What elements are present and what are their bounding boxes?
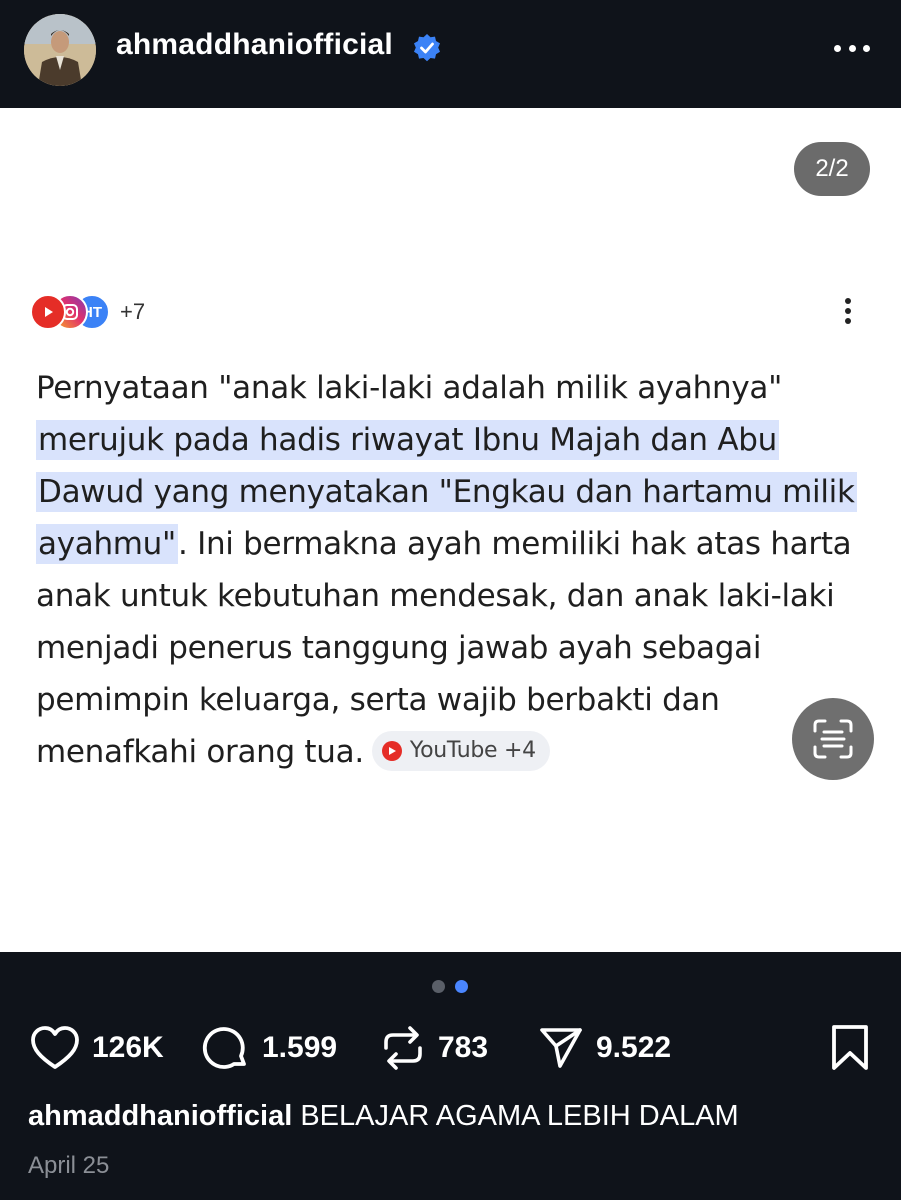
repost-button[interactable]: 783 [380, 1020, 488, 1076]
avatar[interactable] [24, 14, 96, 86]
source-chip[interactable]: YouTube +4 [371, 730, 550, 771]
share-icon [540, 1028, 582, 1068]
answer-line: pemimpin keluarga, serta wajib berbakti … [36, 682, 720, 718]
lens-icon[interactable] [792, 698, 874, 780]
action-bar: 126K 1.599 783 9.522 [30, 1020, 870, 1076]
youtube-icon [30, 294, 66, 330]
source-chip-label: YouTube +4 [409, 737, 536, 763]
comment-icon [202, 1027, 246, 1069]
answer-line: merujuk pada hadis riwayat Ibnu Majah da… [36, 420, 779, 460]
kebab-menu-icon[interactable] [836, 294, 860, 328]
source-icons[interactable]: HT +7 [30, 292, 145, 332]
bookmark-icon[interactable] [830, 1024, 870, 1072]
carousel-dot-active[interactable] [455, 980, 468, 993]
youtube-icon [381, 740, 402, 761]
like-count: 126K [92, 1031, 164, 1064]
share-count: 9.522 [596, 1031, 672, 1064]
answer-text: Pernyataan "anak laki-laki adalah milik … [36, 362, 876, 778]
answer-line: Dawud yang menyatakan "Engkau dan hartam… [36, 472, 857, 512]
heart-icon [31, 1026, 79, 1069]
sources-more-count: +7 [120, 299, 146, 324]
repost-count: 783 [438, 1031, 489, 1064]
more-icon[interactable] [830, 30, 874, 66]
answer-line: Pernyataan "anak laki-laki adalah milik … [36, 370, 783, 406]
post-date: April 25 [28, 1152, 110, 1179]
avatar-image [24, 14, 96, 86]
answer-line: ayahmu". Ini bermakna ayah memiliki hak … [36, 524, 852, 564]
answer-line: anak untuk kebutuhan mendesak, dan anak … [36, 578, 835, 614]
header-username[interactable]: ahmaddhaniofficial [116, 28, 393, 62]
repost-icon [384, 1026, 422, 1070]
carousel-counter: 2/2 [794, 142, 870, 196]
answer-line: menafkahi orang tua. YouTube +4 [36, 726, 876, 778]
post-header: ahmaddhaniofficial [0, 0, 901, 108]
caption-text: BELAJAR AGAMA LEBIH DALAM [300, 1100, 739, 1132]
verified-badge-icon [414, 34, 440, 62]
post-image[interactable]: 2/2 HT +7 Pernyataan "anak laki-laki ada… [0, 108, 901, 952]
caption-username[interactable]: ahmaddhaniofficial [28, 1100, 292, 1132]
carousel-dot[interactable] [432, 980, 445, 993]
carousel-dots [432, 980, 468, 993]
answer-line: menjadi penerus tanggung jawab ayah seba… [36, 630, 762, 666]
share-button[interactable]: 9.522 [538, 1020, 671, 1076]
like-button[interactable]: 126K [30, 1020, 164, 1076]
comment-button[interactable]: 1.599 [202, 1020, 337, 1076]
post-caption: ahmaddhaniofficial BELAJAR AGAMA LEBIH D… [28, 1100, 739, 1133]
comment-count: 1.599 [262, 1031, 338, 1064]
